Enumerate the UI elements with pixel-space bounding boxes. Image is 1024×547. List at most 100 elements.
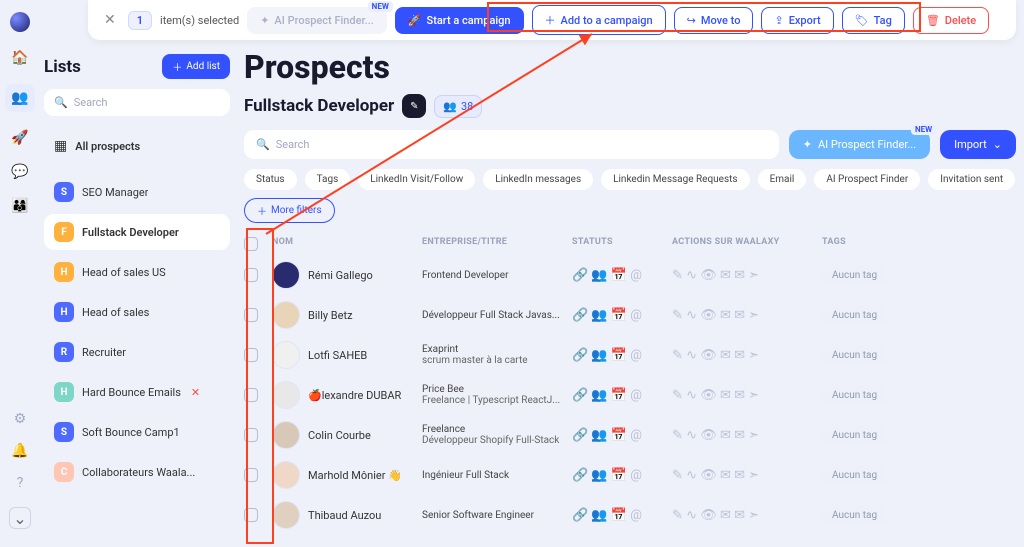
status-icons[interactable]: 🔗 👥 📅 @ bbox=[572, 428, 672, 443]
avatar[interactable] bbox=[272, 301, 300, 329]
table-row: Colin Courbe FreelanceDéveloppeur Shopify… bbox=[244, 415, 1016, 455]
status-icons[interactable]: 🔗 👥 📅 @ bbox=[572, 508, 672, 523]
team-icon[interactable]: 👨‍👩‍👦 bbox=[11, 198, 28, 214]
avatar[interactable] bbox=[272, 501, 300, 529]
filter-chip[interactable]: Status bbox=[244, 169, 297, 190]
tag-chip[interactable]: Aucun tag bbox=[822, 425, 887, 446]
prospect-name[interactable]: Lotfi SAHEB bbox=[308, 349, 367, 362]
sidebar-item[interactable]: SSEO Manager bbox=[44, 174, 230, 210]
col-entreprise: ENTREPRISE/TITRE bbox=[422, 237, 572, 251]
filter-chip[interactable]: AI Prospect Finder bbox=[814, 169, 920, 190]
row-checkbox[interactable] bbox=[244, 308, 258, 322]
filter-chip[interactable]: Email bbox=[758, 169, 807, 190]
table-row: Thibaud AuzouSenior Software Engineer🔗 👥… bbox=[244, 495, 1016, 535]
tag-chip[interactable]: Aucun tag bbox=[822, 265, 887, 286]
avatar[interactable] bbox=[272, 381, 300, 409]
page-title: Prospects bbox=[244, 48, 1016, 86]
select-all-checkbox[interactable] bbox=[244, 237, 258, 251]
status-icons[interactable]: 🔗 👥 📅 @ bbox=[572, 468, 672, 483]
status-icons[interactable]: 🔗 👥 📅 @ bbox=[572, 268, 672, 283]
action-icons[interactable]: ✎ ∿ 👁 ✉ ✉ ➣ bbox=[672, 428, 822, 443]
chat-icon[interactable]: 💬 bbox=[11, 164, 28, 180]
import-button[interactable]: Import ⌄ bbox=[940, 130, 1016, 159]
row-checkbox[interactable] bbox=[244, 508, 258, 522]
prospect-name[interactable]: Rémi Gallego bbox=[308, 269, 373, 282]
status-icons[interactable]: 🔗 👥 📅 @ bbox=[572, 308, 672, 323]
selection-topbar: ✕ 1 item(s) selected ✦ AI Prospect Finde… bbox=[88, 0, 1016, 40]
selected-text: item(s) selected bbox=[160, 14, 239, 27]
status-icons[interactable]: 🔗 👥 📅 @ bbox=[572, 388, 672, 403]
home-icon[interactable]: 🏠 bbox=[11, 50, 28, 66]
prospect-name[interactable]: Marhold Mônier 👋 bbox=[308, 469, 402, 482]
move-to-button[interactable]: ↪ Move to bbox=[674, 7, 754, 34]
action-icons[interactable]: ✎ ∿ 👁 ✉ ✉ ➣ bbox=[672, 388, 822, 403]
help-icon[interactable]: ? bbox=[17, 475, 24, 491]
row-checkbox[interactable] bbox=[244, 388, 258, 402]
tag-chip[interactable]: Aucun tag bbox=[822, 305, 887, 326]
action-icons[interactable]: ✎ ∿ 👁 ✉ ✉ ➣ bbox=[672, 268, 822, 283]
lists-title: Lists bbox=[44, 57, 81, 77]
chevron-down-icon[interactable]: ⌄ bbox=[9, 507, 31, 529]
row-checkbox[interactable] bbox=[244, 468, 258, 482]
icon-rail: 🏠 👥 🚀 💬 👨‍👩‍👦 ⚙ 🔔 ? ⌄ bbox=[0, 0, 40, 547]
avatar[interactable] bbox=[272, 261, 300, 289]
list-name: Fullstack Developer bbox=[244, 96, 394, 116]
filter-chip[interactable]: Linkedin Message Requests bbox=[601, 169, 749, 190]
more-filters-button[interactable]: ＋ More filters bbox=[244, 198, 335, 223]
add-to-campaign-button[interactable]: ＋ Add to a campaign bbox=[532, 5, 666, 35]
prospect-name[interactable]: Thibaud Auzou bbox=[308, 509, 381, 522]
sidebar-item[interactable]: HHead of sales bbox=[44, 294, 230, 330]
sidebar-item[interactable]: HHead of sales US bbox=[44, 254, 230, 290]
add-list-button[interactable]: ＋ Add list bbox=[162, 54, 230, 79]
tag-chip[interactable]: Aucun tag bbox=[822, 465, 887, 486]
sidebar-item[interactable]: CCollaborateurs Waala... bbox=[44, 454, 230, 490]
tag-chip[interactable]: Aucun tag bbox=[822, 385, 887, 406]
start-campaign-button[interactable]: 🚀 Start a campaign bbox=[395, 7, 524, 34]
filter-chip[interactable]: Tags bbox=[305, 169, 351, 190]
action-icons[interactable]: ✎ ∿ 👁 ✉ ✉ ➣ bbox=[672, 508, 822, 523]
filter-chip[interactable]: LinkedIn messages bbox=[483, 169, 593, 190]
col-statuts: STATUTS bbox=[572, 237, 672, 251]
sidebar-item[interactable]: SSoft Bounce Camp1 bbox=[44, 414, 230, 450]
entreprise-cell: FreelanceDéveloppeur Shopify Full-Stack bbox=[422, 424, 572, 446]
gear-icon[interactable]: ⚙ bbox=[14, 411, 27, 427]
export-button[interactable]: ⇪ Export bbox=[761, 7, 833, 34]
edit-icon[interactable]: ✎ bbox=[402, 94, 426, 118]
lists-search-input[interactable]: 🔍 Search bbox=[44, 89, 230, 116]
app-avatar-icon[interactable] bbox=[10, 12, 30, 32]
row-checkbox[interactable] bbox=[244, 348, 258, 362]
action-icons[interactable]: ✎ ∿ 👁 ✉ ✉ ➣ bbox=[672, 348, 822, 363]
delete-button[interactable]: 🗑 Delete bbox=[913, 7, 989, 34]
sidebar-item[interactable]: HHard Bounce Emails✕ bbox=[44, 374, 230, 410]
selected-count: 1 bbox=[128, 11, 152, 30]
new-badge: NEW bbox=[368, 1, 393, 12]
search-input[interactable]: 🔍 Search bbox=[244, 130, 779, 159]
col-nom: NOM bbox=[272, 237, 422, 251]
action-icons[interactable]: ✎ ∿ 👁 ✉ ✉ ➣ bbox=[672, 308, 822, 323]
status-icons[interactable]: 🔗 👥 📅 @ bbox=[572, 348, 672, 363]
people-icon[interactable]: 👥 bbox=[5, 84, 34, 112]
prospect-name[interactable]: Colin Courbe bbox=[308, 429, 371, 442]
avatar[interactable] bbox=[272, 461, 300, 489]
sidebar-item[interactable]: FFullstack Developer bbox=[44, 214, 230, 250]
tag-chip[interactable]: Aucun tag bbox=[822, 345, 887, 366]
col-tags: TAGS bbox=[822, 237, 902, 251]
ai-prospect-finder-button[interactable]: ✦ AI Prospect Finder... bbox=[789, 130, 930, 159]
tag-button[interactable]: 🏷 Tag bbox=[842, 7, 905, 34]
all-prospects-item[interactable]: ▦ All prospects bbox=[44, 130, 230, 162]
prospect-name[interactable]: Billy Betz bbox=[308, 309, 353, 322]
col-actions: ACTIONS SUR WAALAXY bbox=[672, 237, 822, 251]
bell-icon[interactable]: 🔔 bbox=[11, 443, 28, 459]
row-checkbox[interactable] bbox=[244, 268, 258, 282]
prospect-name[interactable]: 🍎lexandre DUBAR bbox=[308, 389, 401, 402]
filter-chip[interactable]: Invitation sent bbox=[928, 169, 1015, 190]
rocket-icon[interactable]: 🚀 bbox=[11, 130, 28, 146]
action-icons[interactable]: ✎ ∿ 👁 ✉ ✉ ➣ bbox=[672, 468, 822, 483]
avatar[interactable] bbox=[272, 421, 300, 449]
sidebar-item[interactable]: RRecruiter bbox=[44, 334, 230, 370]
tag-chip[interactable]: Aucun tag bbox=[822, 505, 887, 526]
avatar[interactable] bbox=[272, 341, 300, 369]
close-icon[interactable]: ✕ bbox=[100, 8, 120, 32]
row-checkbox[interactable] bbox=[244, 428, 258, 442]
filter-chip[interactable]: LinkedIn Visit/Follow bbox=[358, 169, 475, 190]
